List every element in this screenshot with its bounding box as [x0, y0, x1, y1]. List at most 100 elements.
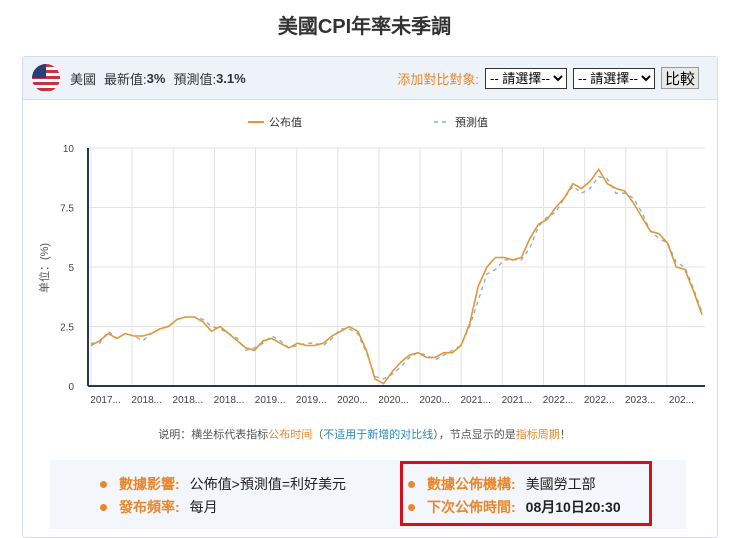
- actual-line-point[interactable]: [682, 267, 687, 272]
- actual-line-point[interactable]: [243, 345, 248, 350]
- actual-line-point[interactable]: [433, 355, 438, 360]
- actual-line-point[interactable]: [553, 205, 558, 210]
- x-tick-label: 2020...: [419, 395, 450, 406]
- forecast-line-point[interactable]: [140, 338, 145, 343]
- actual-line-point[interactable]: [545, 217, 550, 222]
- actual-line-point[interactable]: [562, 195, 567, 200]
- x-tick-label: 2022...: [584, 395, 615, 406]
- actual-line-point[interactable]: [355, 329, 360, 334]
- actual-line-point[interactable]: [97, 338, 102, 343]
- actual-line-point[interactable]: [502, 255, 507, 260]
- actual-line-point[interactable]: [226, 331, 231, 336]
- actual-line-point[interactable]: [691, 288, 696, 293]
- actual-line-point[interactable]: [312, 343, 317, 348]
- actual-line-point[interactable]: [467, 322, 472, 327]
- actual-line-point[interactable]: [166, 324, 171, 329]
- actual-line-point[interactable]: [89, 343, 94, 348]
- actual-line-point[interactable]: [570, 181, 575, 186]
- actual-line-point[interactable]: [639, 215, 644, 220]
- actual-line-point[interactable]: [329, 334, 334, 339]
- x-tick-label: 2018...: [173, 395, 204, 406]
- actual-line-point[interactable]: [114, 336, 119, 341]
- actual-line-point[interactable]: [209, 329, 214, 334]
- actual-line-point[interactable]: [304, 343, 309, 348]
- cpi-chart: 公布值 預測值 单位：(%) 0 2.5 5 7.5 10 2017... 2018... 2…: [37, 115, 705, 406]
- actual-line-point[interactable]: [192, 314, 197, 319]
- actual-line-point[interactable]: [286, 345, 291, 350]
- svg-text:預測值: 預測值: [455, 115, 488, 129]
- actual-line-point[interactable]: [175, 317, 180, 322]
- actual-line-point[interactable]: [613, 186, 618, 191]
- actual-line-point[interactable]: [398, 360, 403, 365]
- actual-line-point[interactable]: [364, 348, 369, 353]
- actual-line-point[interactable]: [278, 341, 283, 346]
- actual-line-point[interactable]: [484, 265, 489, 270]
- actual-line-point[interactable]: [510, 257, 515, 262]
- actual-line-point[interactable]: [338, 329, 343, 334]
- actual-line-point[interactable]: [347, 324, 352, 329]
- x-tick-label: 2022...: [543, 395, 574, 406]
- actual-line-point[interactable]: [132, 334, 137, 339]
- actual-line-point[interactable]: [200, 319, 205, 324]
- actual-line-point[interactable]: [519, 255, 524, 260]
- actual-line-point[interactable]: [321, 341, 326, 346]
- forecast-line-point[interactable]: [613, 191, 618, 196]
- actual-line-point[interactable]: [149, 331, 154, 336]
- forecast-line-point[interactable]: [476, 298, 481, 303]
- actual-line-point[interactable]: [665, 241, 670, 246]
- actual-line-point[interactable]: [674, 265, 679, 270]
- x-tick-label: 2021...: [460, 395, 491, 406]
- forecast-line-point[interactable]: [527, 245, 532, 250]
- forecast-line-point[interactable]: [493, 267, 498, 272]
- actual-line-point[interactable]: [372, 376, 377, 381]
- legend-forecast[interactable]: 預測值: [434, 115, 488, 129]
- actual-line-point[interactable]: [536, 222, 541, 227]
- forecast-line-point[interactable]: [579, 191, 584, 196]
- actual-line-point[interactable]: [269, 336, 274, 341]
- actual-line-point[interactable]: [252, 348, 257, 353]
- actual-line-point[interactable]: [648, 229, 653, 234]
- impact-label: 數據影響:: [119, 476, 180, 492]
- actual-line-point[interactable]: [459, 343, 464, 348]
- forecast-line-point[interactable]: [596, 174, 601, 179]
- forecast-line-point[interactable]: [588, 186, 593, 191]
- actual-line-point[interactable]: [295, 341, 300, 346]
- actual-line-point[interactable]: [656, 231, 661, 236]
- actual-line-point[interactable]: [527, 236, 532, 241]
- actual-line-point[interactable]: [493, 255, 498, 260]
- actual-line-point[interactable]: [157, 326, 162, 331]
- actual-line-point[interactable]: [476, 284, 481, 289]
- actual-line-point[interactable]: [390, 369, 395, 374]
- x-tick-label: 2020...: [337, 395, 368, 406]
- actual-line-point[interactable]: [622, 188, 627, 193]
- actual-line-point[interactable]: [424, 355, 429, 360]
- highlight-box: [400, 461, 652, 526]
- actual-line-point[interactable]: [450, 350, 455, 355]
- y-tick-label: 2.5: [60, 323, 74, 334]
- actual-line-point[interactable]: [407, 353, 412, 358]
- actual-line-point[interactable]: [416, 350, 421, 355]
- actual-line-point[interactable]: [588, 179, 593, 184]
- x-tick-label: 2018...: [214, 395, 245, 406]
- actual-line-point[interactable]: [596, 167, 601, 172]
- actual-line-point[interactable]: [123, 331, 128, 336]
- actual-line-point[interactable]: [261, 338, 266, 343]
- actual-line-point[interactable]: [235, 338, 240, 343]
- y-tick-label: 5: [68, 263, 74, 274]
- actual-line-point[interactable]: [700, 312, 705, 317]
- svg-text:公布值: 公布值: [269, 116, 302, 129]
- actual-line-point[interactable]: [631, 200, 636, 205]
- y-tick-label: 10: [63, 144, 75, 155]
- actual-line-point[interactable]: [605, 181, 610, 186]
- actual-line-point[interactable]: [381, 381, 386, 386]
- actual-line-point[interactable]: [579, 186, 584, 191]
- chart-note: 说明：横坐标代表指标公布时间（不适用于新增的对比线），节点显示的是指标周期！: [158, 429, 571, 441]
- actual-line-point[interactable]: [140, 334, 145, 339]
- actual-line-point[interactable]: [106, 331, 111, 336]
- x-tick-label: 2017...: [90, 395, 121, 406]
- legend-actual[interactable]: 公布值: [248, 116, 302, 129]
- actual-line-point[interactable]: [441, 350, 446, 355]
- bullet-icon: [100, 503, 107, 511]
- actual-line-point[interactable]: [183, 314, 188, 319]
- actual-line-point[interactable]: [218, 324, 223, 329]
